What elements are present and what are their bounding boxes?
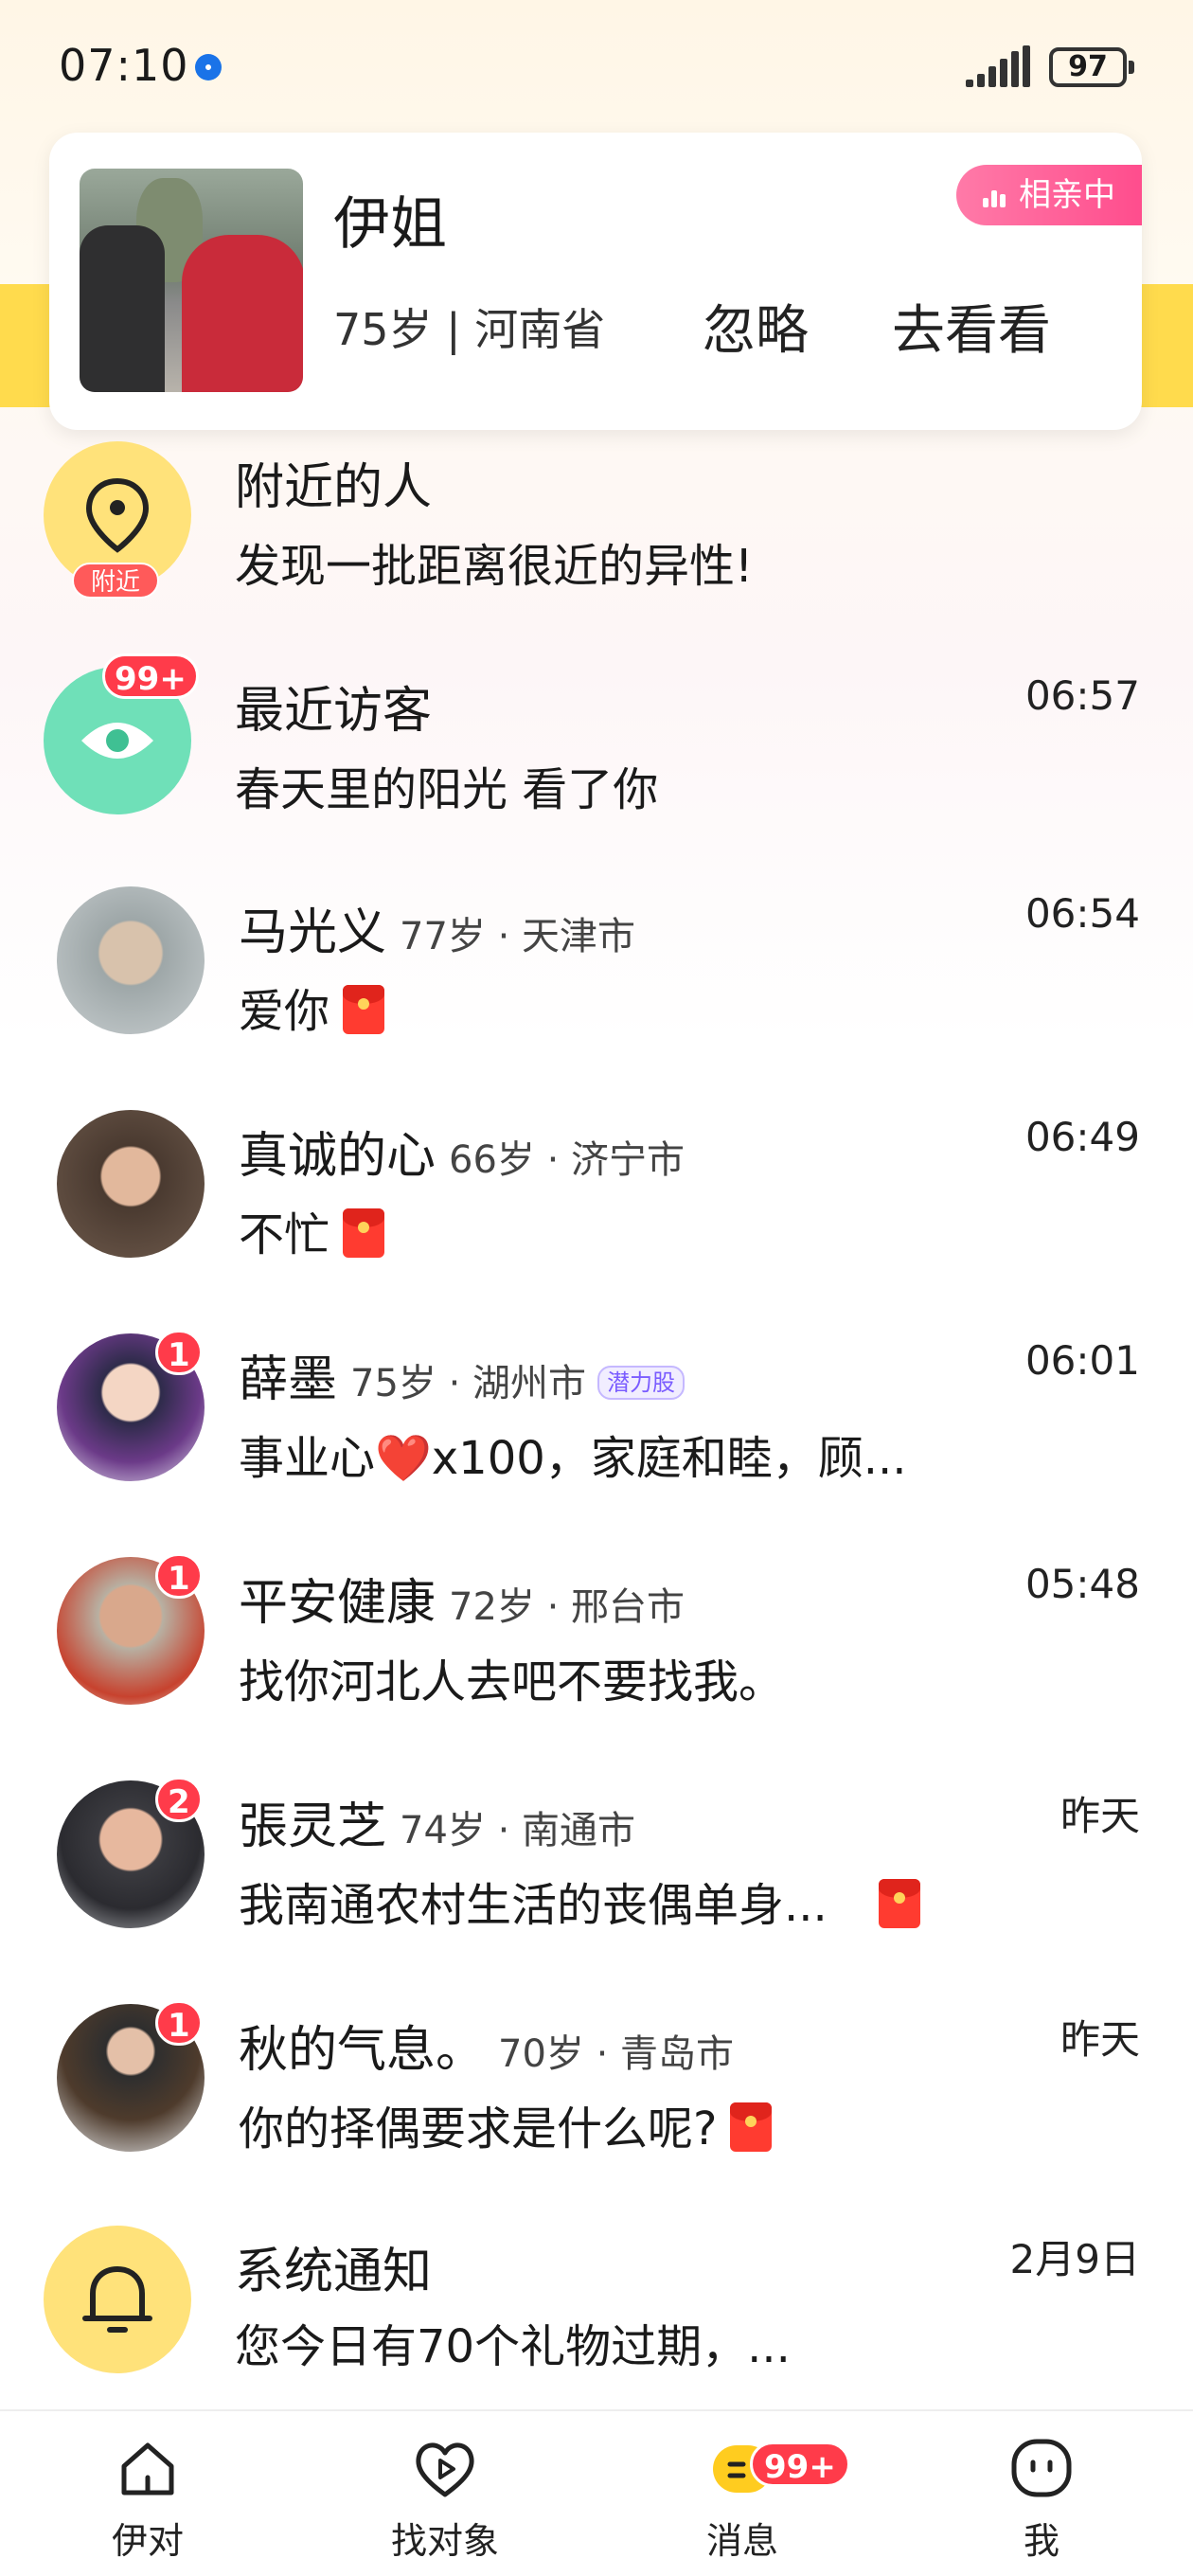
- chat-message: 找你河北人去吧不要找我。: [239, 1655, 785, 1708]
- red-envelope-icon: [343, 1208, 385, 1258]
- tab-me[interactable]: 我: [947, 2436, 1136, 2564]
- nearby-people-row[interactable]: 附近 附近的人 发现一批距离很近的异性!: [0, 432, 1193, 655]
- tab-find-partner[interactable]: 找对象: [350, 2436, 540, 2564]
- match-name: 伊姐: [333, 191, 447, 258]
- recent-visitors-row[interactable]: 99+ 最近访客 春天里的阳光 看了你 06:57: [0, 653, 1193, 877]
- system-title: 系统通知: [235, 2244, 433, 2300]
- tab-label: 我: [1023, 2520, 1059, 2562]
- potential-tag: 潜力股: [597, 1366, 686, 1400]
- chat-name: 張灵芝 74岁 · 南通市: [239, 1798, 636, 1855]
- chat-message: 我南通农村生活的丧偶单身...: [239, 1868, 920, 1934]
- status-time: 07:10: [59, 40, 189, 91]
- unread-badge: 1: [155, 1330, 203, 1375]
- status-bar: 07:10 97: [0, 0, 1193, 133]
- chat-row[interactable]: 2 張灵芝 74岁 · 南通市 我南通农村生活的丧偶单身... 昨天: [0, 1771, 1193, 1995]
- visitors-unread-badge: 99+: [102, 653, 199, 699]
- chat-name: 真诚的心 66岁 · 济宁市: [239, 1128, 686, 1185]
- chat-name: 秋的气息。 70岁 · 青岛市: [239, 2022, 735, 2079]
- tab-home[interactable]: 伊对: [53, 2436, 242, 2564]
- system-subtitle: 您今日有70个礼物过期，...: [235, 2320, 791, 2373]
- ignore-button[interactable]: 忽略: [703, 288, 809, 365]
- chat-message: 爱你: [239, 974, 385, 1040]
- chat-row[interactable]: 马光义 77岁 · 天津市 爱你 06:54: [0, 877, 1193, 1100]
- smile-face-icon: [1008, 2436, 1075, 2502]
- match-age-location: 75岁 | 河南省: [333, 304, 606, 355]
- chat-message: 不忙: [239, 1197, 385, 1263]
- chat-name: 马光义 77岁 · 天津市: [239, 904, 636, 961]
- nearby-tag: 附近: [72, 563, 159, 599]
- battery-icon: 97: [1049, 47, 1134, 87]
- messages-unread-badge: 99+: [750, 2442, 850, 2487]
- red-envelope-icon: [730, 2102, 773, 2152]
- bars-icon: [983, 185, 1009, 207]
- visitors-subtitle: 春天里的阳光 看了你: [235, 763, 659, 816]
- visitors-time: 06:57: [1024, 672, 1140, 719]
- chat-time: 06:01: [1024, 1337, 1140, 1384]
- unread-badge: 1: [155, 1553, 203, 1599]
- bottom-tab-bar: 伊对 找对象 99+ 消息 我: [0, 2409, 1193, 2576]
- app-notification-icon: [195, 54, 222, 80]
- nearby-title: 附近的人: [235, 459, 433, 516]
- nearby-subtitle: 发现一批距离很近的异性!: [235, 540, 754, 593]
- unread-badge: 1: [155, 2000, 203, 2046]
- red-envelope-icon: [878, 1879, 920, 1928]
- red-envelope-icon: [343, 985, 385, 1034]
- bell-icon: [82, 2266, 152, 2333]
- signal-icon: [966, 45, 1034, 87]
- visitors-title: 最近访客: [235, 683, 433, 740]
- chat-time: 06:54: [1024, 890, 1140, 937]
- tab-label: 消息: [705, 2520, 778, 2562]
- chat-time: 昨天: [1059, 2016, 1140, 2063]
- match-card[interactable]: 伊姐 75岁 | 河南省 忽略 去看看 相亲中: [49, 133, 1142, 430]
- chat-row[interactable]: 1 平安健康 72岁 · 邢台市 找你河北人去吧不要找我。 05:48: [0, 1547, 1193, 1771]
- chat-name: 薛墨 75岁 · 湖州市 潜力股: [239, 1339, 686, 1410]
- go-see-button[interactable]: 去看看: [892, 288, 1051, 365]
- unread-badge: 2: [155, 1777, 203, 1822]
- system-avatar: [44, 2226, 191, 2373]
- avatar: [57, 1110, 205, 1258]
- system-time: 2月9日: [1009, 2236, 1140, 2282]
- chat-name: 平安健康 72岁 · 邢台市: [239, 1575, 686, 1632]
- chat-time: 05:48: [1024, 1561, 1140, 1607]
- avatar: [57, 886, 205, 1034]
- chat-time: 昨天: [1059, 1793, 1140, 1839]
- chat-time: 06:49: [1024, 1114, 1140, 1160]
- dating-status-badge: 相亲中: [956, 165, 1142, 225]
- chat-message: 你的择偶要求是什么呢?: [239, 2091, 773, 2157]
- chat-row[interactable]: 1 秋的气息。 70岁 · 青岛市 你的择偶要求是什么呢? 昨天: [0, 1995, 1193, 2218]
- chat-row[interactable]: 真诚的心 66岁 · 济宁市 不忙 06:49: [0, 1100, 1193, 1324]
- chat-message: 事业心❤️x100，家庭和睦，顾...: [239, 1432, 907, 1485]
- heart-play-icon: [412, 2436, 478, 2502]
- tab-messages[interactable]: 99+ 消息: [648, 2436, 850, 2564]
- match-photo[interactable]: [80, 169, 303, 392]
- chat-row[interactable]: 1 薛墨 75岁 · 湖州市 潜力股 事业心❤️x100，家庭和睦，顾... 06:…: [0, 1324, 1193, 1547]
- tab-label: 伊对: [111, 2520, 184, 2562]
- home-icon: [115, 2436, 181, 2502]
- tab-label: 找对象: [390, 2520, 499, 2562]
- system-notice-row[interactable]: 系统通知 您今日有70个礼物过期，... 2月9日: [0, 2218, 1193, 2442]
